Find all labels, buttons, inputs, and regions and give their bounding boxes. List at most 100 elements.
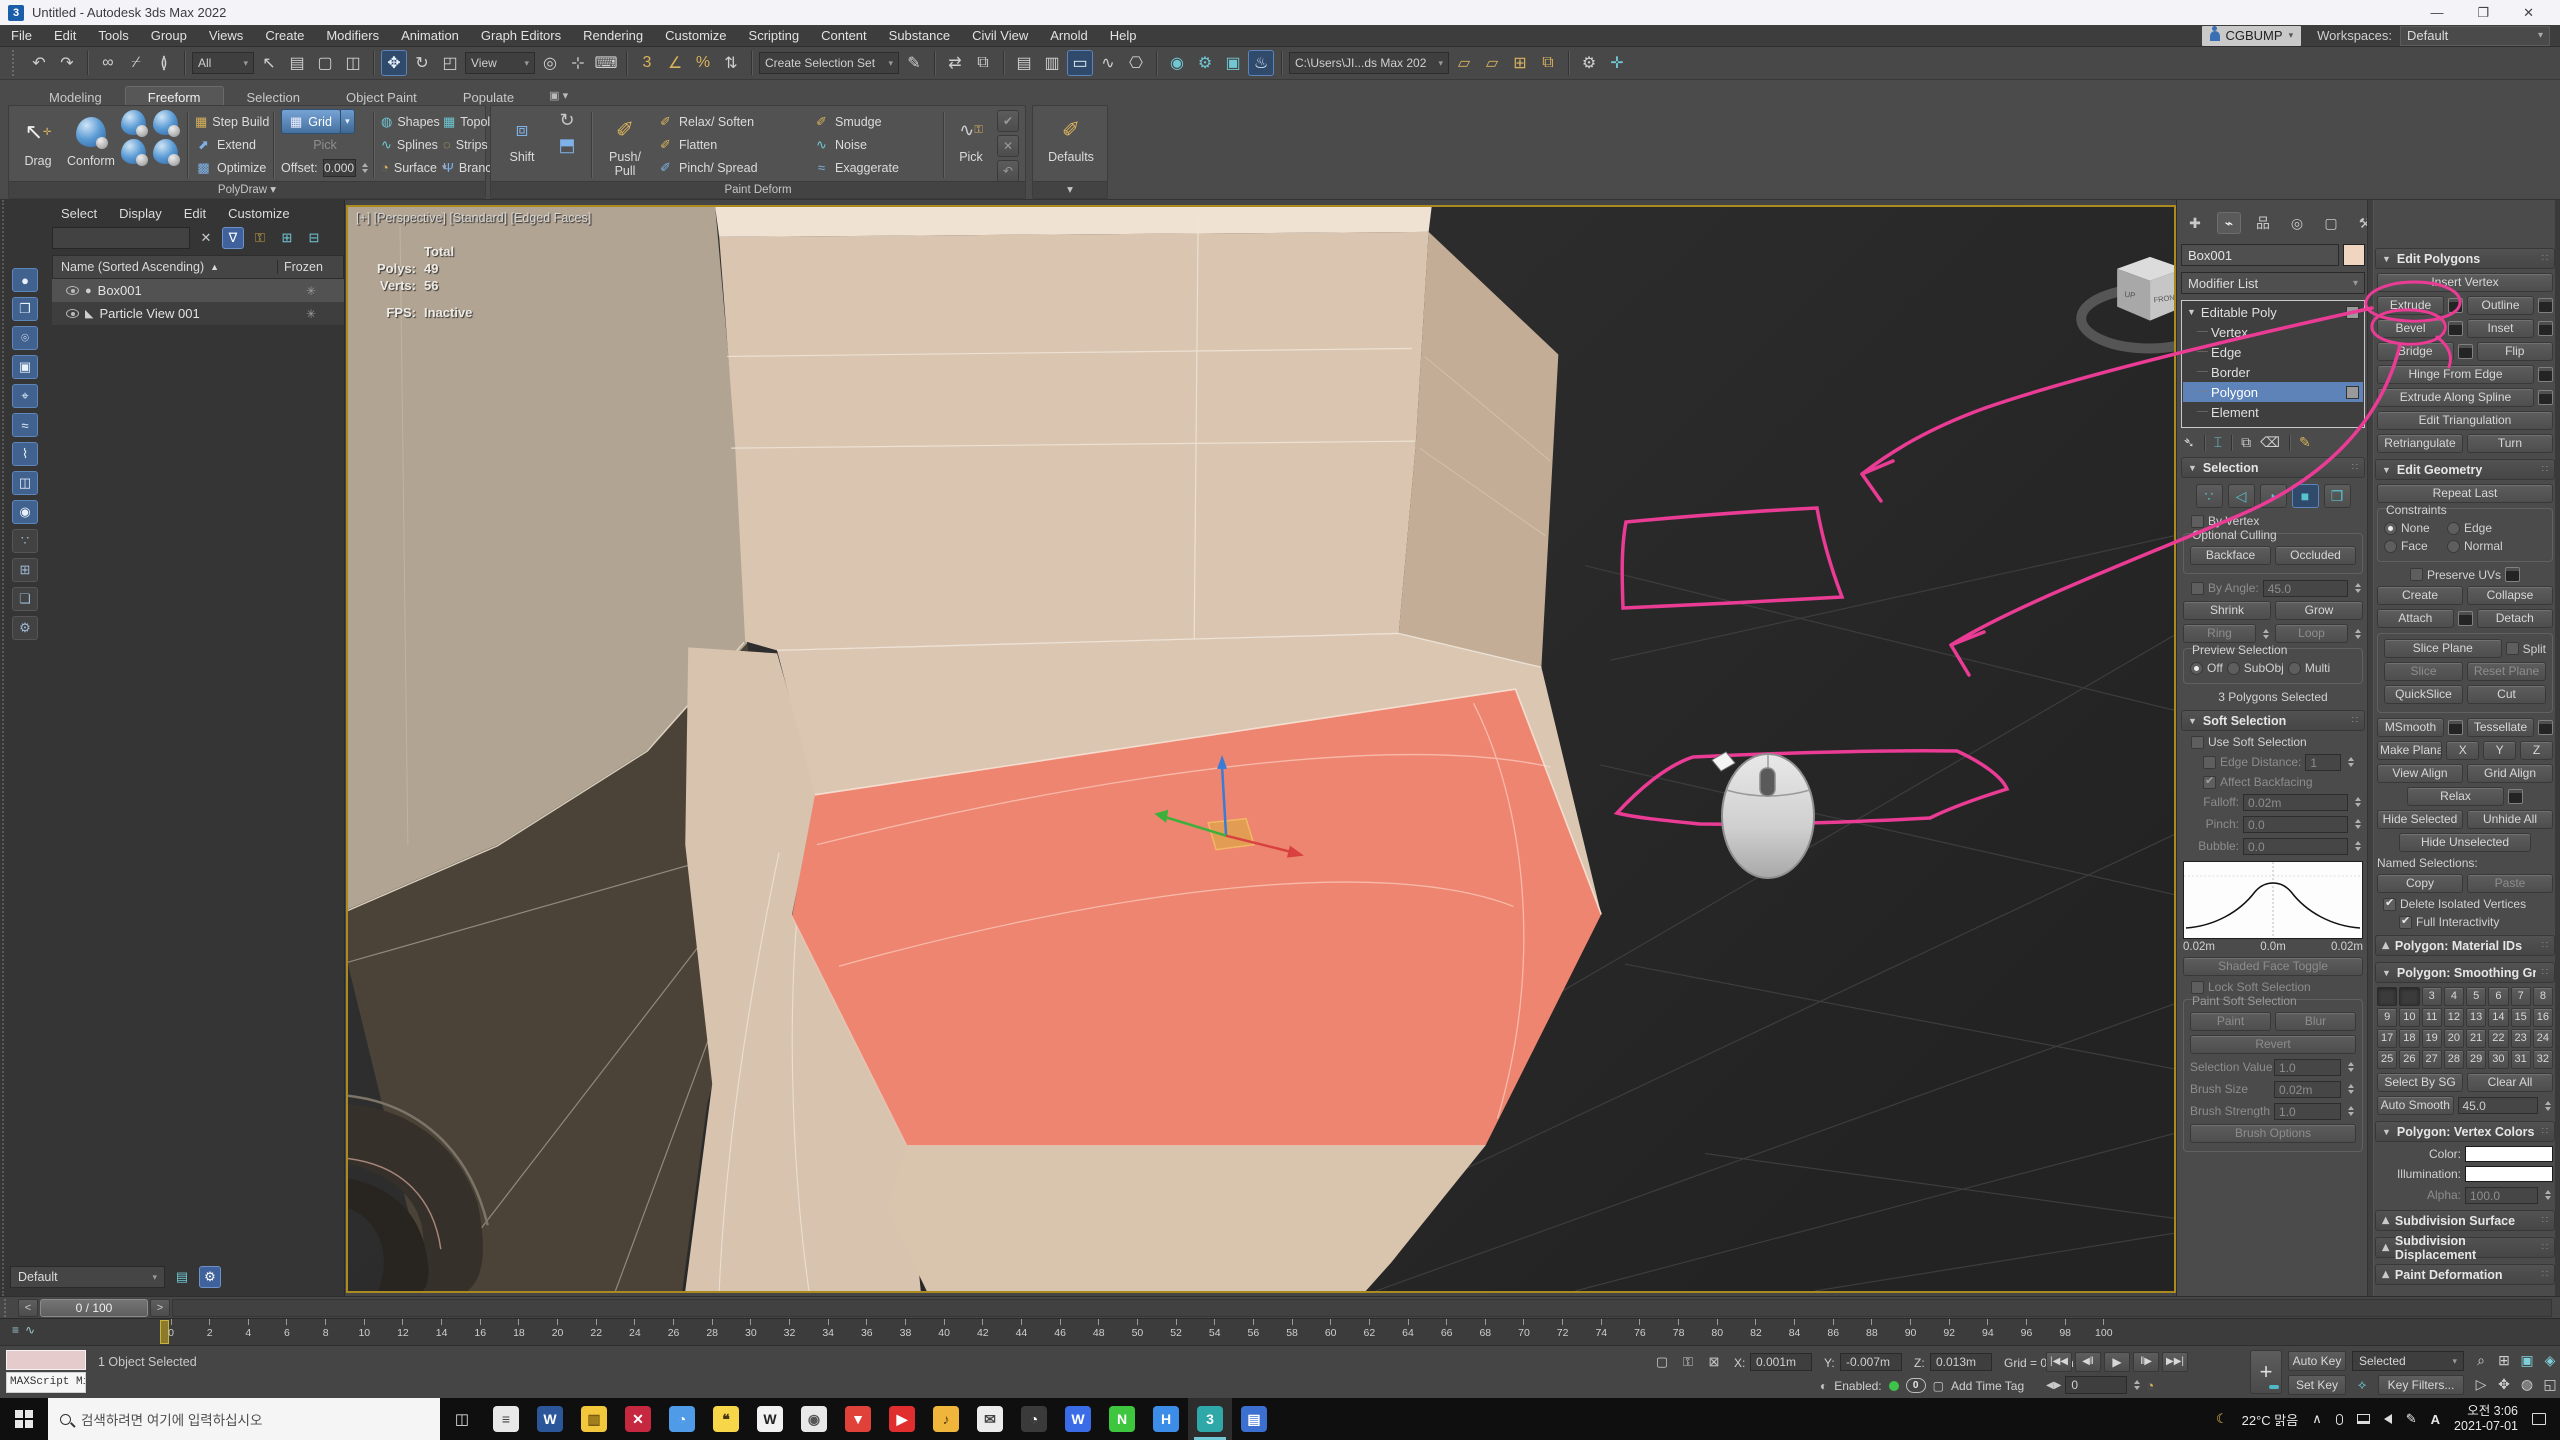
smoothing-group-button[interactable]: 20 [2444, 1029, 2464, 1048]
smudge-button[interactable]: ✐Smudge [813, 110, 937, 133]
illumination-color-swatch[interactable] [2465, 1166, 2553, 1182]
msmooth-button[interactable]: MSmooth [2377, 718, 2444, 737]
zoom-extents-all-icon[interactable]: ◈ [2539, 1349, 2560, 1372]
frame-spinner[interactable] [2131, 1376, 2142, 1394]
add-time-tag[interactable]: Add Time Tag [1951, 1379, 2024, 1393]
previous-frame-button[interactable]: < [18, 1299, 38, 1317]
hinge-settings-icon[interactable] [2538, 367, 2553, 382]
revert-paint-button[interactable]: ↶ [997, 160, 1019, 182]
time-slider[interactable]: < 0 / 100 > [0, 1296, 2560, 1318]
lock-explorer-icon[interactable]: ⚿ [249, 227, 271, 249]
defaults-button[interactable]: Defaults [1033, 150, 1109, 164]
drag-tool-button[interactable]: Drag [17, 154, 59, 168]
msmooth-settings-icon[interactable] [2448, 720, 2463, 735]
mirror-icon[interactable]: ⇄ [942, 50, 968, 76]
align-icon[interactable]: ⧉ [970, 50, 996, 76]
taskbar-app-contacts[interactable]: ◉ [792, 1398, 836, 1440]
vertex-color-swatch[interactable] [2465, 1146, 2553, 1162]
zoom-all-icon[interactable]: ⊞ [2493, 1349, 2515, 1372]
occluded-culling-button[interactable]: Occluded [2275, 546, 2356, 565]
close-button[interactable]: ✕ [2523, 5, 2534, 21]
blur-button[interactable]: Blur [2275, 1012, 2356, 1031]
by-angle-spinner[interactable] [2352, 579, 2363, 597]
select-and-link-icon[interactable]: ∞ [95, 50, 121, 76]
cut-button[interactable]: Cut [2467, 685, 2546, 704]
y-coord-field[interactable]: -0.007m [1840, 1353, 1902, 1371]
smoothing-group-button[interactable]: 23 [2511, 1029, 2531, 1048]
ime-indicator[interactable]: A [2431, 1412, 2440, 1427]
delete-isolated-vertices-checkbox[interactable] [2383, 898, 2396, 911]
extrude-along-spline-button[interactable]: Extrude Along Spline [2377, 388, 2534, 407]
smoothing-group-button[interactable]: 9 [2377, 1008, 2397, 1027]
hide-unselected-button[interactable]: Hide Unselected [2399, 833, 2531, 852]
open-mini-curve-editor-icon[interactable]: ≡ [12, 1323, 19, 1337]
hide-selected-button[interactable]: Hide Selected [2377, 810, 2463, 829]
time-slider-grip[interactable] [4, 1299, 14, 1317]
extrude-settings-icon[interactable] [2448, 298, 2463, 313]
border-subobject-icon[interactable]: ◗ [2260, 484, 2287, 508]
grid-draw-button[interactable]: ▦Grid [281, 109, 341, 134]
taskbar-app-notepad[interactable]: ≡ [484, 1398, 528, 1440]
element-subobject-icon[interactable]: ❒ [2324, 484, 2351, 508]
rollout-soft-selection[interactable]: ▼ Soft Selection ∷ [2181, 710, 2365, 731]
redo-icon[interactable]: ↷ [54, 50, 80, 76]
smoothing-group-button[interactable]: 26 [2399, 1050, 2419, 1069]
set-key-button[interactable]: Set Key [2288, 1375, 2346, 1395]
extrude-spline-settings-icon[interactable] [2538, 390, 2553, 405]
smoothing-group-button[interactable]: 31 [2511, 1050, 2531, 1069]
select-object-icon[interactable]: ↖ [256, 50, 282, 76]
maximize-button[interactable]: ❐ [2477, 5, 2489, 21]
exaggerate-button[interactable]: ≈Exaggerate [813, 156, 937, 179]
explorer-filter-particles-icon[interactable]: ∵ [12, 529, 38, 553]
extend-button[interactable]: ⬈Extend [195, 133, 269, 156]
menu-item[interactable]: Content [810, 28, 878, 43]
frozen-toggle-icon[interactable]: ✳ [278, 284, 344, 298]
maximize-viewport-icon[interactable]: ◱ [2539, 1373, 2560, 1396]
absolute-relative-coords-icon[interactable]: ⊠ [1704, 1352, 1724, 1372]
key-filters-button[interactable]: Key Filters... [2378, 1375, 2464, 1395]
key-selection-dropdown[interactable]: Selected▾ [2352, 1351, 2464, 1371]
smoothing-group-button[interactable]: 12 [2444, 1008, 2464, 1027]
smoothing-group-button[interactable]: 19 [2422, 1029, 2442, 1048]
conform-rotate-icon[interactable] [153, 110, 178, 135]
selection-filter-dropdown[interactable]: All▾ [192, 52, 254, 74]
conform-move-icon[interactable] [121, 110, 146, 135]
rollout-selection[interactable]: ▼ Selection ∷ [2181, 457, 2365, 478]
polydraw-panel-title[interactable]: PolyDraw ▾ [9, 181, 485, 198]
relax-soften-button[interactable]: ✐Relax/ Soften [657, 110, 807, 133]
time-slider-track[interactable] [172, 1299, 2552, 1317]
by-angle-checkbox[interactable] [2191, 582, 2204, 595]
orbit-icon[interactable]: ◍ [2516, 1373, 2538, 1396]
select-and-scale-icon[interactable]: ◰ [437, 50, 463, 76]
clear-search-icon[interactable]: ✕ [195, 227, 217, 249]
start-button[interactable] [0, 1398, 48, 1440]
filter-icon[interactable]: ∇ [222, 227, 244, 249]
grid-dropdown-arrow[interactable]: ▾ [341, 109, 355, 134]
bubble-field[interactable]: 0.0 [2243, 838, 2348, 855]
workspace-dropdown[interactable]: Default ▾ [2400, 26, 2550, 46]
loop-spinner[interactable] [2352, 625, 2363, 643]
slice-plane-button[interactable]: Slice Plane [2384, 639, 2502, 658]
brush-strength-field[interactable]: 1.0 [2274, 1103, 2341, 1120]
explorer-menu-item[interactable]: Select [52, 206, 106, 221]
smoothing-group-button[interactable]: 25 [2377, 1050, 2397, 1069]
smoothing-group-button[interactable]: 14 [2488, 1008, 2508, 1027]
bridge-button[interactable]: Bridge [2377, 342, 2454, 361]
ribbon-config-icon[interactable]: ▣ ▾ [539, 86, 578, 105]
split-checkbox[interactable] [2506, 642, 2519, 655]
ring-spinner[interactable] [2260, 625, 2271, 643]
auto-key-button[interactable]: Auto Key [2288, 1351, 2346, 1371]
select-and-move-icon[interactable]: ✥ [381, 50, 407, 76]
paint-deform-panel-title[interactable]: Paint Deform [491, 181, 1025, 198]
commit-paint-button[interactable]: ✔ [997, 110, 1019, 132]
frozen-toggle-icon[interactable]: ✳ [278, 307, 344, 321]
rollout-edit-polygons[interactable]: ▼ Edit Polygons ∷ [2375, 248, 2555, 269]
grow-button[interactable]: Grow [2275, 601, 2363, 620]
optimize-button[interactable]: ▩Optimize [195, 156, 269, 179]
rendered-frame-window-icon[interactable]: ▣ [1220, 50, 1246, 76]
toolbar-grip[interactable] [12, 50, 18, 76]
edge-subobject-icon[interactable]: ◁ [2228, 484, 2255, 508]
explorer-menu-item[interactable]: Display [110, 206, 171, 221]
stack-expand-icon[interactable]: ▼ [2187, 307, 2196, 317]
modifier-stack-row[interactable]: ▼ Edge [2183, 342, 2363, 362]
